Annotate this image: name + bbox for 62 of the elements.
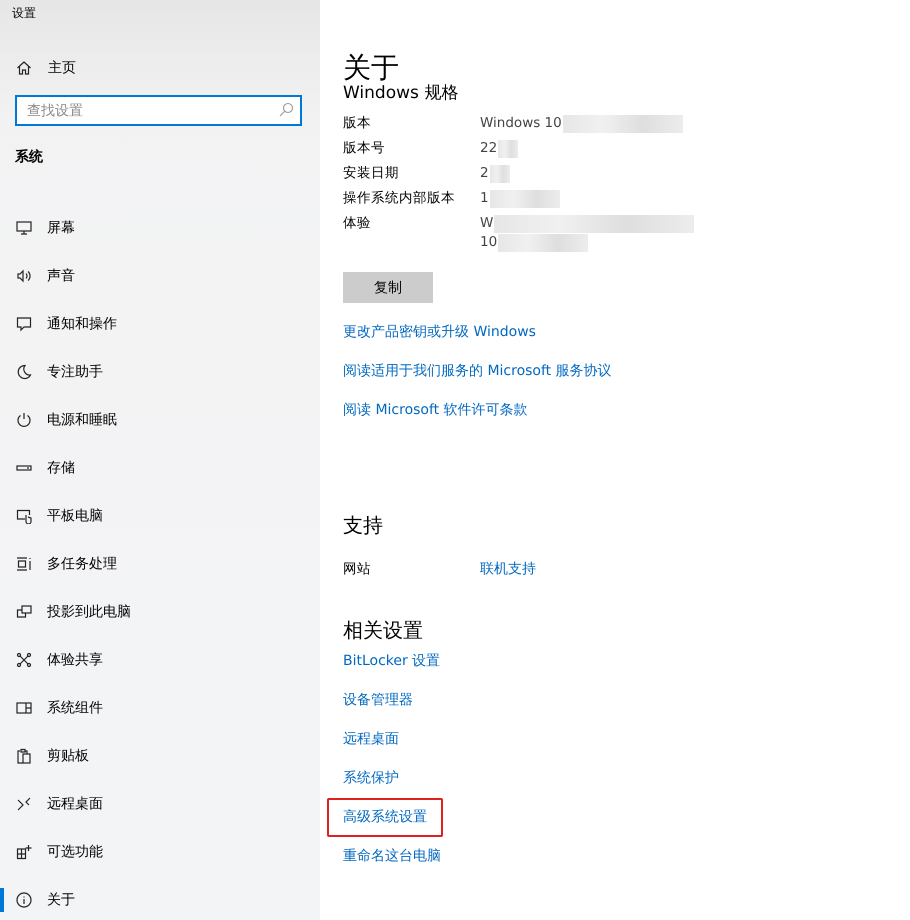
home-nav-item[interactable]: 主页 bbox=[16, 59, 76, 77]
link[interactable]: 更改产品密钥或升级 Windows bbox=[343, 323, 536, 342]
nav-item[interactable]: 声音 bbox=[0, 252, 320, 300]
link[interactable]: 远程桌面 bbox=[343, 730, 399, 749]
remote-icon bbox=[16, 796, 32, 812]
nav-item[interactable]: 存储 bbox=[0, 444, 320, 492]
link[interactable]: 重命名这台电脑 bbox=[343, 847, 441, 866]
link[interactable]: 高级系统设置 bbox=[343, 809, 427, 825]
nav-item[interactable]: 剪贴板 bbox=[0, 732, 320, 780]
search-icon bbox=[278, 102, 294, 118]
nav-item[interactable]: 远程桌面 bbox=[0, 780, 320, 828]
nav-item[interactable]: 多任务处理 bbox=[0, 540, 320, 588]
nav-item[interactable]: 电源和睡眠 bbox=[0, 396, 320, 444]
field-label: 操作系统内部版本 bbox=[343, 189, 456, 208]
section-heading: 相关设置 bbox=[343, 617, 423, 644]
add-grid-icon bbox=[16, 844, 32, 860]
nav-item[interactable]: 平板电脑 bbox=[0, 492, 320, 540]
field-value: 22 bbox=[480, 139, 498, 158]
page-title: 关于 bbox=[343, 50, 399, 85]
field-value: Windows 10 bbox=[480, 114, 562, 133]
search-field[interactable]: 查找设置 bbox=[15, 95, 302, 126]
window-title: 设置 bbox=[11, 5, 36, 22]
link[interactable]: 阅读适用于我们服务的 Microsoft 服务协议 bbox=[343, 362, 612, 381]
share-icon bbox=[16, 652, 32, 668]
clipboard-icon bbox=[16, 748, 32, 764]
tablet-icon bbox=[16, 508, 32, 524]
message-icon bbox=[16, 316, 32, 332]
nav-item[interactable]: 屏幕 bbox=[0, 204, 320, 252]
info-icon bbox=[16, 892, 32, 908]
nav-item[interactable]: 投影到此电脑 bbox=[0, 588, 320, 636]
section-heading: 支持 bbox=[343, 512, 383, 539]
projection-icon bbox=[16, 604, 32, 620]
copy-button[interactable]: 复制 bbox=[343, 272, 433, 303]
field-label: 体验 bbox=[343, 214, 372, 233]
field-label: 网站 bbox=[343, 560, 372, 579]
section-heading: 系统 bbox=[15, 148, 43, 166]
display-icon bbox=[16, 220, 32, 236]
field-label: 安装日期 bbox=[343, 164, 400, 183]
panel-icon bbox=[16, 700, 32, 716]
nav-item[interactable]: 通知和操作 bbox=[0, 300, 320, 348]
link[interactable]: 设备管理器 bbox=[343, 691, 413, 710]
field-value: 1 bbox=[480, 189, 489, 208]
moon-icon bbox=[16, 364, 32, 380]
link[interactable]: 系统保护 bbox=[343, 769, 399, 788]
link[interactable]: 阅读 Microsoft 软件许可条款 bbox=[343, 401, 528, 420]
field-value: 10 bbox=[480, 233, 498, 252]
nav-item[interactable]: 体验共享 bbox=[0, 636, 320, 684]
nav-item[interactable]: 关于 bbox=[0, 876, 320, 920]
field-value: W bbox=[480, 214, 494, 233]
power-icon bbox=[16, 412, 32, 428]
nav-item[interactable]: 系统组件 bbox=[0, 684, 320, 732]
speaker-icon bbox=[16, 268, 32, 284]
section-heading: Windows 规格 bbox=[343, 82, 458, 104]
field-label: 版本 bbox=[343, 114, 372, 133]
multitask-icon bbox=[16, 556, 32, 572]
nav-item[interactable]: 可选功能 bbox=[0, 828, 320, 876]
home-icon bbox=[16, 60, 32, 76]
link[interactable]: BitLocker 设置 bbox=[343, 652, 440, 671]
support-link[interactable]: 联机支持 bbox=[480, 560, 536, 579]
nav-item[interactable]: 专注助手 bbox=[0, 348, 320, 396]
field-value: 2 bbox=[480, 164, 489, 183]
field-label: 版本号 bbox=[343, 139, 386, 158]
